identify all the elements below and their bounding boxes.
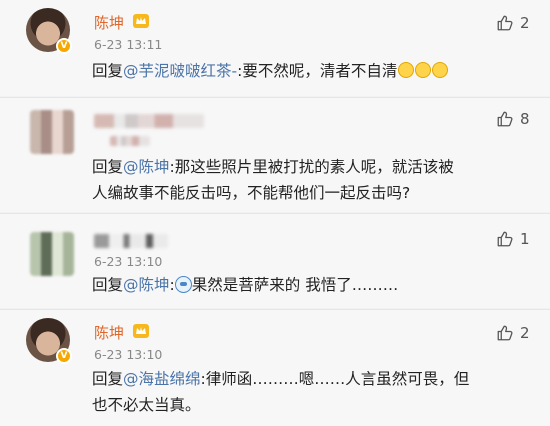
reply-text: 回复@芋泥啵啵红茶-:要不然呢，清者不自清 <box>92 58 522 84</box>
username[interactable]: 陈坤 <box>94 322 124 343</box>
reply-prefix: 回复 <box>92 62 124 80</box>
reply-prefix: 回复 <box>92 370 124 388</box>
reply-body: :律师函………嗯……人言虽然可畏，但 <box>200 370 470 388</box>
like-count: 2 <box>520 324 530 342</box>
v-badge: V <box>56 348 72 364</box>
thumbs-up-icon <box>497 325 513 341</box>
timestamp: 6-23 13:10 <box>94 347 163 362</box>
reply-body: :那这些照片里被打扰的素人呢，就活该被 <box>169 158 454 176</box>
timestamp-blurred <box>110 136 150 146</box>
username-blurred <box>94 114 204 128</box>
reply-prefix: 回复 <box>92 158 124 176</box>
reply-prefix: 回复 <box>92 276 124 294</box>
mention-link[interactable]: @陈坤 <box>123 158 170 176</box>
comment-card-3: 6-23 13:10 1 回复@陈坤: 果然是菩萨来的 我悟了……… <box>0 214 550 308</box>
reply-text: 回复@陈坤:那这些照片里被打扰的素人呢，就活该被 人编故事不能反击吗，不能帮他们… <box>92 154 522 206</box>
reply-body: 果然是菩萨来的 我悟了……… <box>191 276 399 294</box>
robot-emoji-icon <box>174 276 192 293</box>
thumbs-up-icon <box>497 231 513 247</box>
laughing-emoji-icon <box>398 62 415 78</box>
like-button[interactable]: 8 <box>496 110 530 128</box>
comment-card-4: V 陈坤 6-23 13:10 2 回复@海盐绵绵:律师函………嗯……人言虽然可… <box>0 310 550 426</box>
reply-line-1: 回复@海盐绵绵:律师函………嗯……人言虽然可畏，但 <box>92 366 522 392</box>
reply-line-1: 回复@陈坤:那这些照片里被打扰的素人呢，就活该被 <box>92 154 522 180</box>
mention-link[interactable]: @陈坤 <box>123 276 170 294</box>
username[interactable]: 陈坤 <box>94 12 124 33</box>
timestamp: 6-23 13:10 <box>94 254 163 269</box>
like-count: 8 <box>520 110 530 128</box>
comment-card-2: 8 回复@陈坤:那这些照片里被打扰的素人呢，就活该被 人编故事不能反击吗，不能帮… <box>0 98 550 212</box>
avatar-blurred[interactable] <box>30 232 74 276</box>
avatar-blurred[interactable] <box>30 110 74 154</box>
timestamp: 6-23 13:11 <box>94 37 163 52</box>
comment-card-1: V 陈坤 6-23 13:11 2 回复@芋泥啵啵红茶-:要不然呢，清者不自清 <box>0 0 550 96</box>
mention-link[interactable]: @芋泥啵啵红茶- <box>123 62 237 80</box>
v-badge: V <box>56 38 72 54</box>
like-button[interactable]: 1 <box>496 230 530 248</box>
grin-emoji-icon <box>432 62 449 78</box>
thumbs-up-icon <box>497 15 513 31</box>
reply-line-2: 也不必太当真。 <box>92 396 201 414</box>
like-count: 1 <box>520 230 530 248</box>
reply-text: 回复@陈坤: 果然是菩萨来的 我悟了……… <box>92 276 399 294</box>
reply-body: :要不然呢，清者不自清 <box>237 62 398 80</box>
crown-icon <box>133 14 149 28</box>
like-button[interactable]: 2 <box>496 14 530 32</box>
username-blurred <box>94 234 168 248</box>
thumbs-up-icon <box>497 111 513 127</box>
like-count: 2 <box>520 14 530 32</box>
grin-emoji-icon <box>415 62 432 78</box>
reply-line-2: 人编故事不能反击吗，不能帮他们一起反击吗? <box>92 184 411 202</box>
crown-icon <box>133 324 149 338</box>
like-button[interactable]: 2 <box>496 324 530 342</box>
mention-link[interactable]: @海盐绵绵 <box>123 370 201 388</box>
reply-text: 回复@海盐绵绵:律师函………嗯……人言虽然可畏，但 也不必太当真。 <box>92 366 522 418</box>
